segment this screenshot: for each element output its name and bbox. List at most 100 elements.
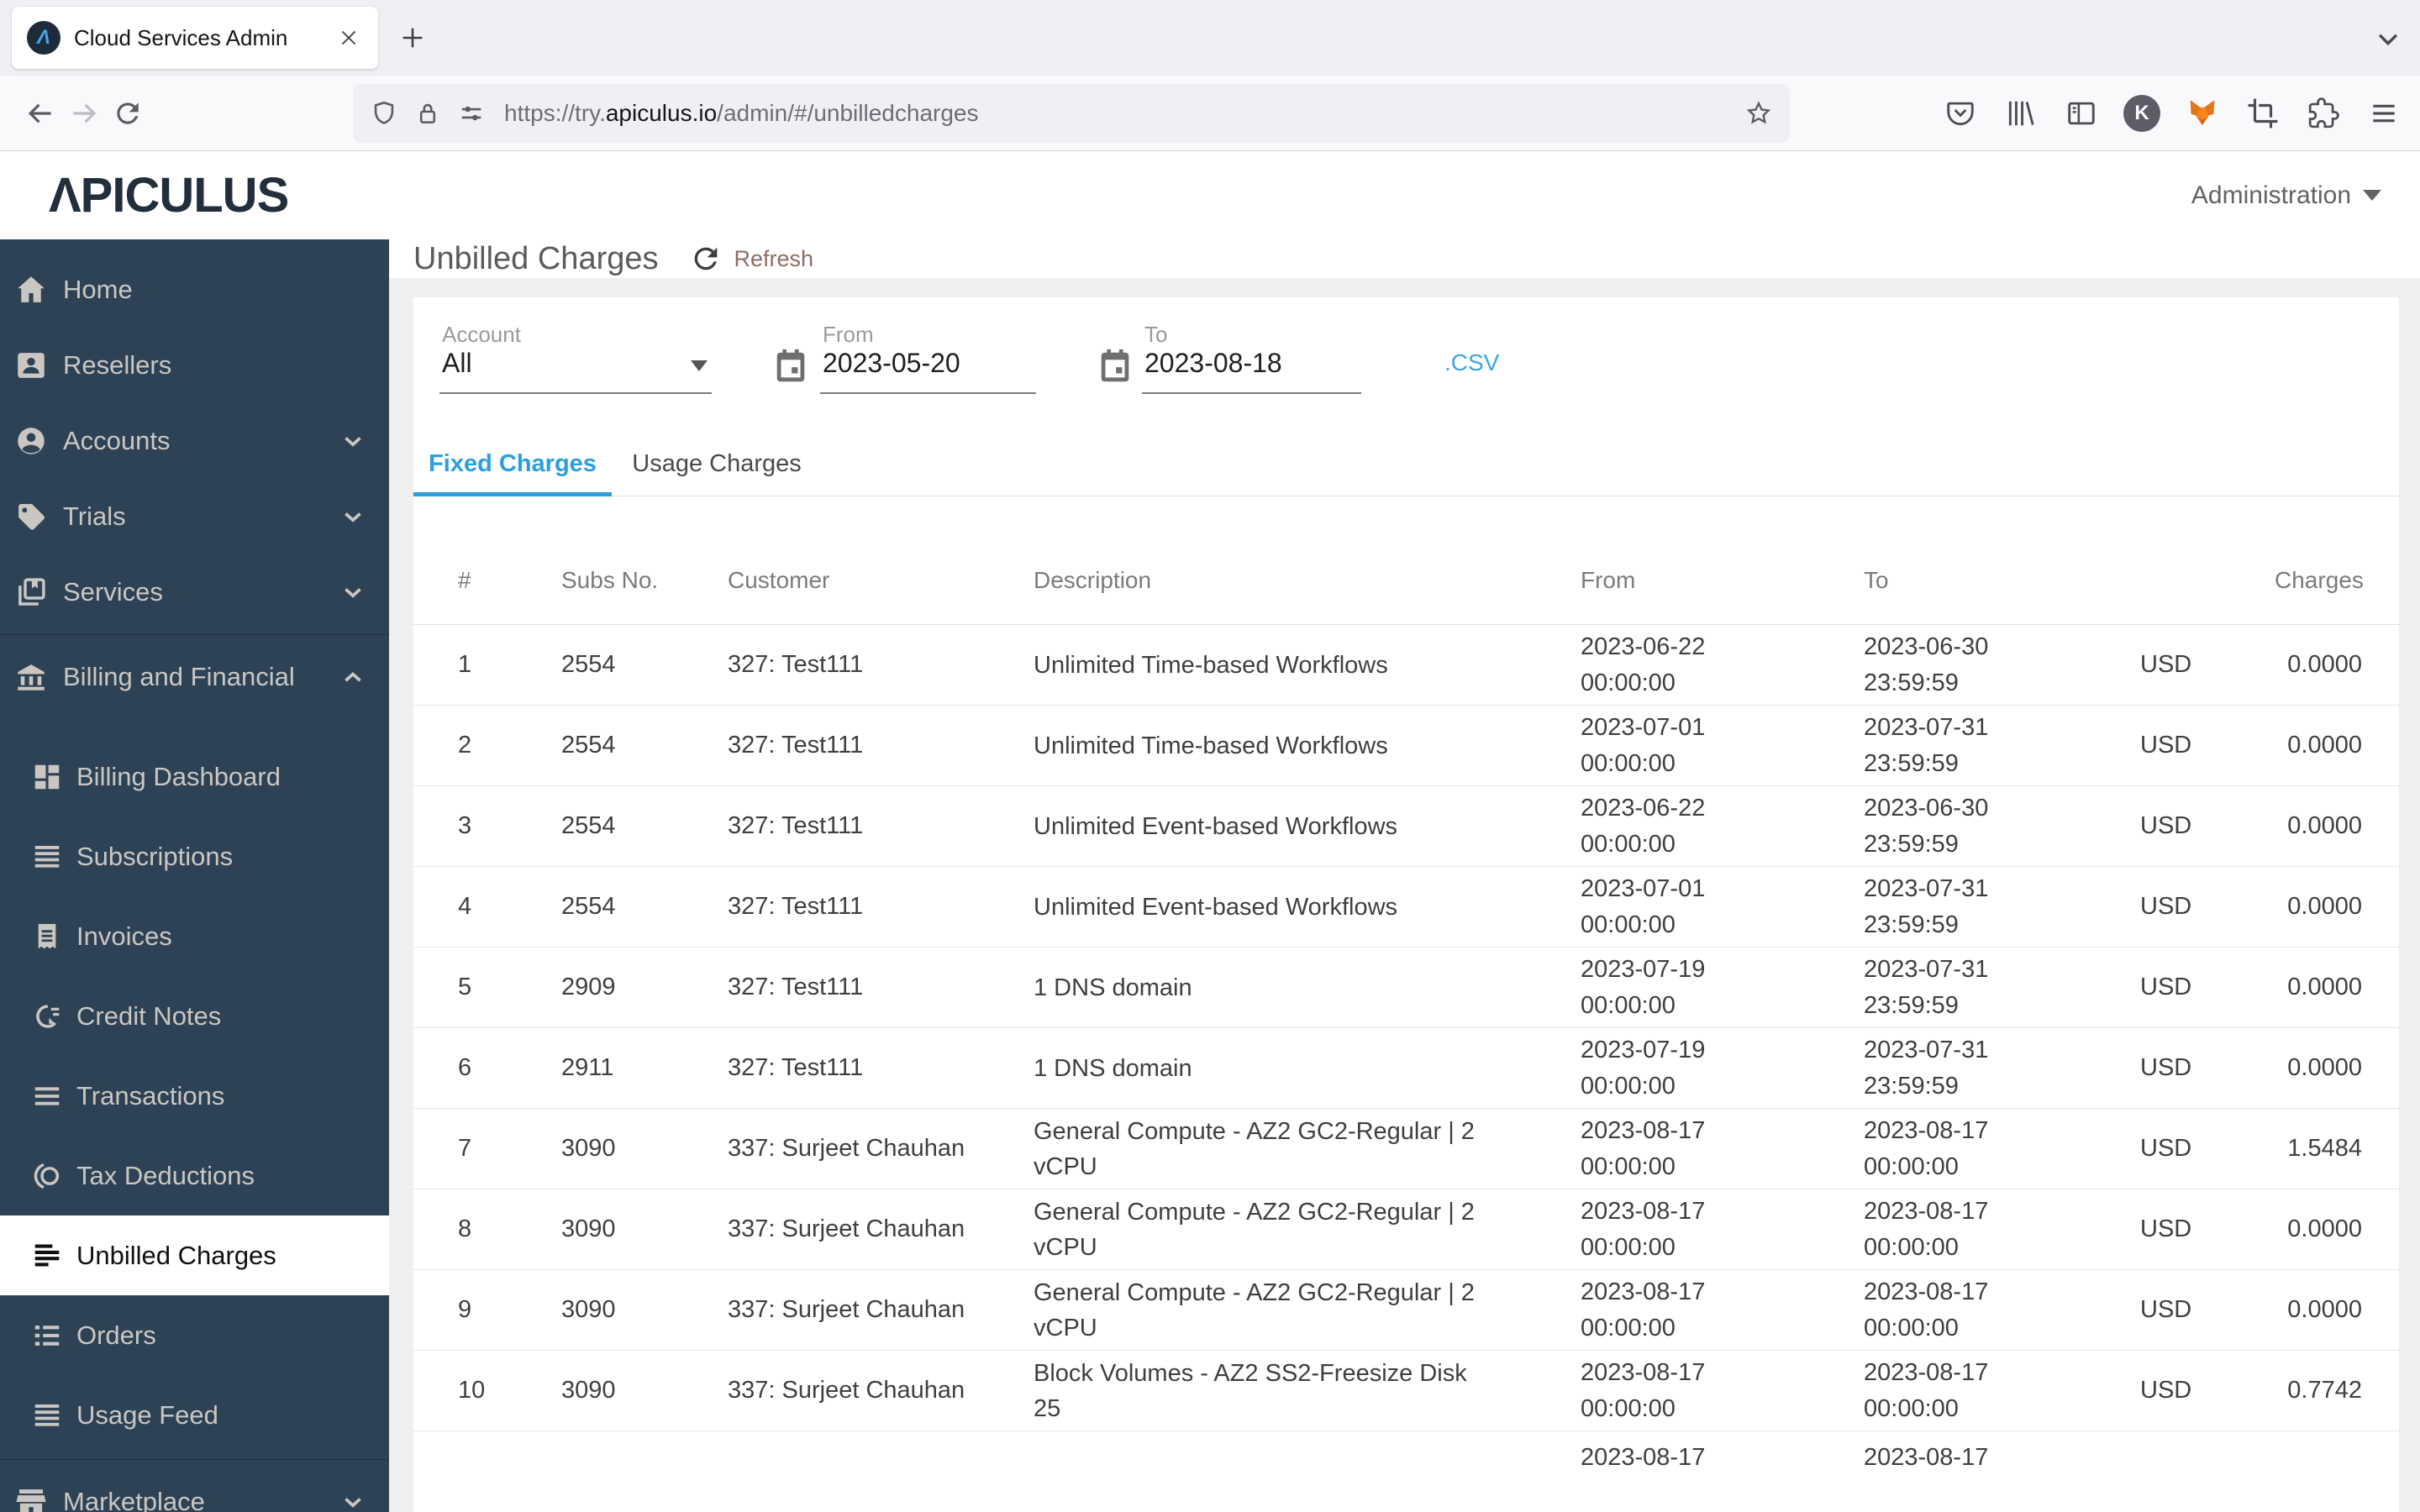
extensions-icon[interactable]	[2299, 89, 2348, 138]
billing-icon	[13, 659, 49, 695]
sidebar-item-tax-deductions[interactable]: Tax Deductions	[0, 1136, 389, 1215]
account-filter-value[interactable]: All	[442, 348, 472, 379]
pocket-icon[interactable]	[1936, 89, 1985, 138]
table-row[interactable]: 7 3090 337: Surjeet Chauhan General Compute…	[413, 1109, 2399, 1189]
cell-from: 2023-08-17 00:00:00	[1581, 1274, 1864, 1347]
cell-to-time: 23:59:59	[1864, 991, 1959, 1019]
cell-currency: USD	[2140, 893, 2192, 920]
sidebar-item-label: Usage Feed	[76, 1399, 218, 1430]
page-title: Unbilled Charges	[413, 240, 659, 276]
profile-avatar[interactable]: K	[2118, 89, 2166, 138]
sidebar-item-usage-feed[interactable]: Usage Feed	[0, 1375, 389, 1455]
resellers-icon	[13, 348, 49, 383]
sidebar-item-invoices[interactable]: Invoices	[0, 896, 389, 976]
sidebar-item-billing-dashboard[interactable]: Billing Dashboard	[0, 737, 389, 816]
sidebar-item-label: Unbilled Charges	[76, 1240, 276, 1270]
table-row[interactable]: 9 3090 337: Surjeet Chauhan General Compute…	[413, 1270, 2399, 1351]
profile-avatar[interactable]: K	[2123, 95, 2160, 132]
export-csv-link[interactable]: .CSV	[1444, 349, 1499, 376]
sidebar-item-label: Trials	[63, 501, 126, 531]
table-row[interactable]: 1 2554 327: Test111 Unlimited Time-based Wo…	[413, 625, 2399, 706]
sidebar-item-transactions[interactable]: Transactions	[0, 1056, 389, 1136]
shield-icon[interactable]	[368, 97, 400, 129]
subscriptions-icon	[31, 841, 63, 873]
cell-number: 3	[458, 812, 472, 839]
cell-to-time: 23:59:59	[1864, 1072, 1959, 1100]
cell-description: Unlimited Event-based Workflows	[1034, 893, 1398, 921]
calendar-icon[interactable]	[771, 346, 810, 386]
table-row[interactable]: 3 2554 327: Test111 Unlimited Event-based W…	[413, 786, 2399, 867]
sidebar-item-subscriptions[interactable]: Subscriptions	[0, 816, 389, 896]
chevron-down-icon	[2363, 190, 2381, 201]
refresh-button[interactable]: Refresh	[689, 242, 813, 276]
cell-from-date: 2023-08-17	[1581, 1358, 1706, 1386]
table-row-partial[interactable]: 2023-08-17 2023-08-17	[413, 1431, 2399, 1512]
table-row[interactable]: 5 2909 327: Test111 1 DNS domain 2023-07-19 0…	[413, 948, 2399, 1028]
cell-from-time: 00:00:00	[1581, 991, 1676, 1019]
list-all-tabs-chevron-icon[interactable]	[2371, 22, 2405, 55]
cell-description: Unlimited Time-based Workflows	[1034, 732, 1388, 759]
screenshot-crop-icon[interactable]	[2238, 89, 2287, 138]
sidebar-item-accounts[interactable]: Accounts	[0, 403, 389, 479]
browser-tab[interactable]: Λ Cloud Services Admin	[12, 7, 378, 69]
from-date-value[interactable]: 2023-05-20	[823, 348, 960, 379]
calendar-icon[interactable]	[1096, 346, 1134, 386]
cell-to: 2023-07-31 23:59:59	[1864, 871, 2140, 943]
cell-customer: 327: Test111	[728, 812, 864, 839]
cell-to-date: 2023-08-17	[1864, 1444, 1989, 1471]
administration-menu[interactable]: Administration	[2191, 181, 2381, 210]
cell-description: Block Volumes - AZ2 SS2-Freesize Disk 25	[1034, 1359, 1467, 1422]
url-bar[interactable]: https://try.apiculus.io/admin/#/unbilled…	[353, 84, 1790, 143]
sidebar-item-label: Orders	[76, 1320, 156, 1350]
account-filter-underline	[439, 392, 712, 394]
cell-to-date: 2023-08-17	[1864, 1278, 1989, 1305]
table-row[interactable]: 8 3090 337: Surjeet Chauhan General Compute…	[413, 1189, 2399, 1270]
sidebar-item-home[interactable]: Home	[0, 252, 389, 328]
toolbar-extensions-area: K	[1936, 76, 2408, 151]
back-icon[interactable]	[18, 92, 62, 135]
cell-to: 2023-08-17 00:00:00	[1864, 1113, 2140, 1185]
tab-fixed-charges[interactable]: Fixed Charges	[413, 432, 612, 496]
chevron-up-icon	[339, 663, 367, 691]
permissions-icon[interactable]	[455, 97, 487, 129]
table-row[interactable]: 10 3090 337: Surjeet Chauhan Block Volumes …	[413, 1351, 2399, 1431]
cell-charges: 0.0000	[2287, 812, 2362, 839]
tab-usage-charges[interactable]: Usage Charges	[612, 432, 822, 496]
cell-currency: USD	[2140, 1135, 2192, 1162]
sidebar-item-services[interactable]: Services	[0, 554, 389, 630]
cell-subs-no: 3090	[561, 1135, 616, 1162]
cell-charges: 0.0000	[2287, 974, 2362, 1000]
cell-to: 2023-07-31 23:59:59	[1864, 710, 2140, 782]
table-row[interactable]: 4 2554 327: Test111 Unlimited Event-based W…	[413, 867, 2399, 948]
library-icon[interactable]	[1996, 89, 2045, 138]
metamask-icon[interactable]	[2178, 89, 2227, 138]
reload-icon[interactable]	[106, 92, 150, 135]
sidebar-item-marketplace[interactable]: Marketplace	[0, 1464, 389, 1512]
cell-to: 2023-06-30 23:59:59	[1864, 790, 2140, 863]
to-date-value[interactable]: 2023-08-18	[1144, 348, 1282, 379]
charges-table: 1 2554 327: Test111 Unlimited Time-based Wo…	[413, 625, 2399, 1512]
app-shell: Home Resellers Accounts Trials Services Billi…	[0, 239, 2420, 1512]
lock-icon[interactable]	[412, 97, 444, 129]
table-row[interactable]: 2 2554 327: Test111 Unlimited Time-based Wo…	[413, 706, 2399, 786]
sidebar-item-resellers[interactable]: Resellers	[0, 328, 389, 403]
cell-description: General Compute - AZ2 GC2-Regular | 2 vC…	[1034, 1117, 1475, 1180]
unbilled-charges-icon	[31, 1240, 63, 1272]
sidebar-item-credit-notes[interactable]: Credit Notes	[0, 976, 389, 1056]
menu-icon[interactable]	[2360, 89, 2408, 138]
bookmark-star-icon[interactable]	[1743, 97, 1775, 129]
table-row[interactable]: 6 2911 327: Test111 1 DNS domain 2023-07-19 0…	[413, 1028, 2399, 1109]
sidebar-item-billing-and-financial[interactable]: Billing and Financial	[0, 639, 389, 715]
cell-from-date: 2023-08-17	[1581, 1278, 1706, 1305]
new-tab-icon[interactable]	[395, 20, 430, 55]
sidebar-item-unbilled-charges[interactable]: Unbilled Charges	[0, 1215, 389, 1295]
close-tab-icon[interactable]	[334, 24, 363, 52]
dropdown-arrow-icon[interactable]	[691, 360, 708, 371]
cell-from-date: 2023-08-17	[1581, 1116, 1706, 1144]
cell-number: 5	[458, 974, 472, 1000]
cell-description: 1 DNS domain	[1034, 1054, 1192, 1082]
sidebar-item-trials[interactable]: Trials	[0, 479, 389, 554]
sidebar-toggle-icon[interactable]	[2057, 89, 2106, 138]
sidebar-item-orders[interactable]: Orders	[0, 1295, 389, 1375]
cell-from-time: 00:00:00	[1581, 669, 1676, 696]
